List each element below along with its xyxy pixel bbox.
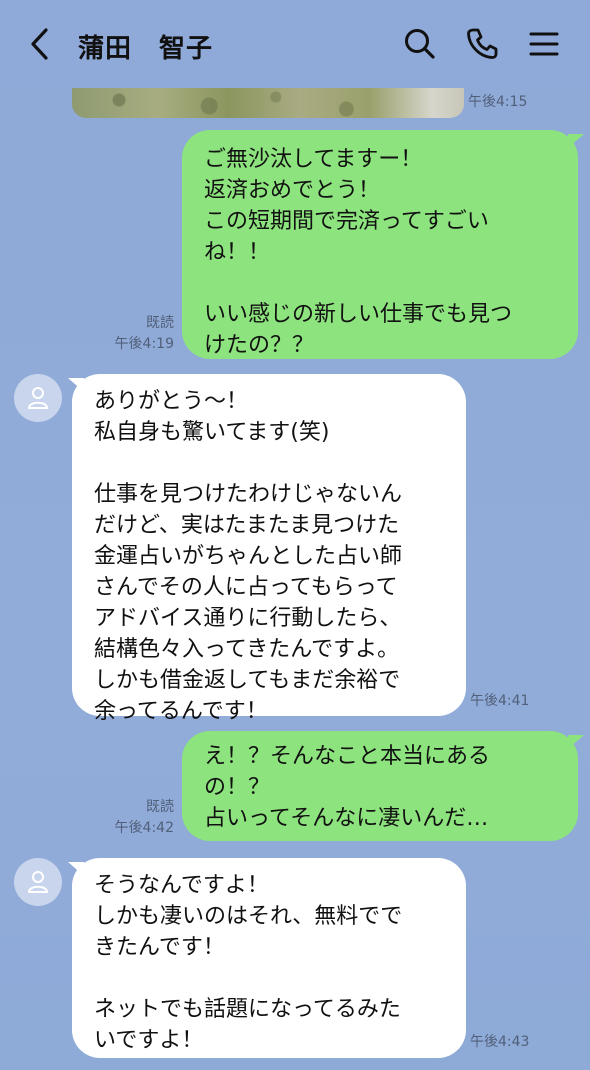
received-message-bubble[interactable]: そうなんですよ！ しかも凄いのはそれ、無料でで きたんです！ ネットでも話題にな… xyxy=(72,858,466,1058)
message-time: 午後4:15 xyxy=(468,94,528,110)
read-receipt: 既読 xyxy=(146,799,174,815)
sent-message-bubble[interactable]: え！？そんなこと本当にある の！？ 占いってそんなに凄いんだ… xyxy=(182,731,578,841)
chat-header: 蒲田 智子 xyxy=(0,0,590,88)
phone-icon[interactable] xyxy=(464,26,500,62)
message-time: 午後4:42 xyxy=(114,820,174,836)
bubble-tail xyxy=(568,735,584,749)
chat-screen: 蒲田 智子 午後4:15 既読 午後4:19 ご無沙汰してますー！ 返済おめでと… xyxy=(0,0,590,1070)
menu-icon[interactable] xyxy=(526,26,562,62)
message-time: 午後4:19 xyxy=(114,336,174,352)
bubble-tail xyxy=(568,134,584,148)
read-receipt: 既読 xyxy=(146,315,174,331)
search-icon[interactable] xyxy=(402,26,438,62)
message-time: 午後4:43 xyxy=(470,1034,530,1050)
avatar[interactable] xyxy=(14,858,62,906)
received-message-bubble[interactable]: ありがとう～！ 私自身も驚いてます(笑) 仕事を見つけたわけじゃないん だけど、… xyxy=(72,374,466,724)
sent-message-bubble[interactable]: ご無沙汰してますー！ 返済おめでとう！ この短期間で完済ってすごい ね！！ いい… xyxy=(182,130,578,359)
chevron-left-icon[interactable] xyxy=(24,26,58,62)
avatar[interactable] xyxy=(14,374,62,422)
image-message[interactable] xyxy=(72,88,464,118)
message-time: 午後4:41 xyxy=(470,693,530,709)
chat-title: 蒲田 智子 xyxy=(78,34,214,64)
